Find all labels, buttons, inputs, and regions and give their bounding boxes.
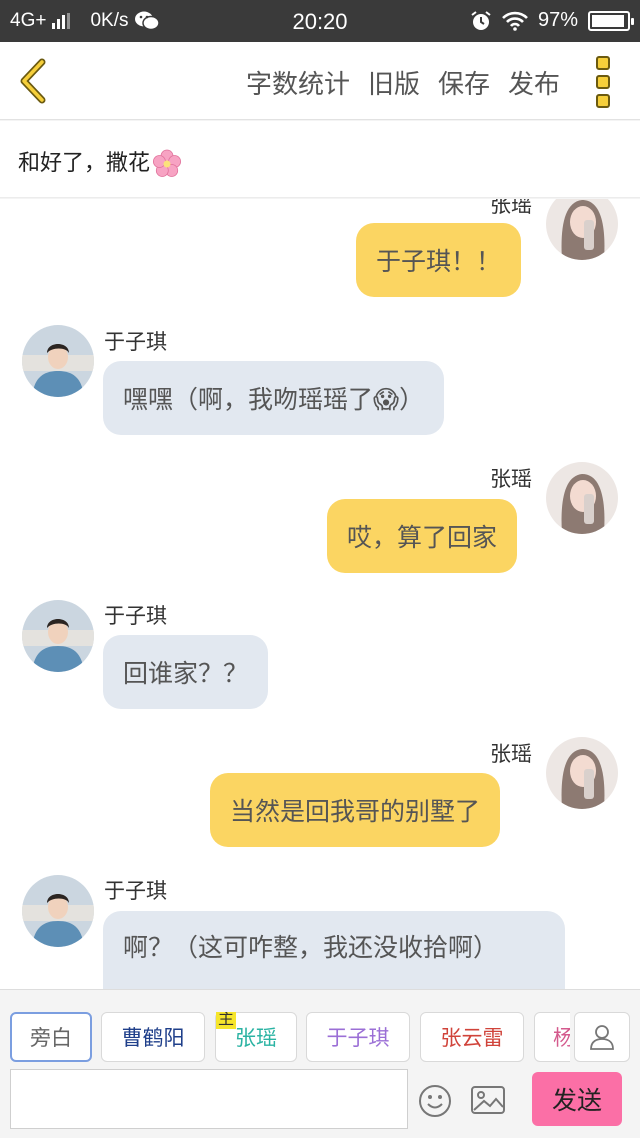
speaker-name: 于子琪 xyxy=(104,879,167,903)
speaker-name: 张瑶 xyxy=(490,467,532,491)
role-zhangyao[interactable]: 主张瑶 xyxy=(215,1012,297,1062)
role-caoheyang[interactable]: 曹鹤阳 xyxy=(101,1012,205,1062)
smiley-icon xyxy=(419,1085,451,1117)
role-label: 旁白 xyxy=(30,1026,72,1050)
message-bubble: 嘿嘿（啊，我吻瑶瑶了😱） xyxy=(103,361,445,435)
message-bubble: 哎，算了回家 xyxy=(327,499,518,573)
role-label: 张瑶 xyxy=(235,1026,277,1050)
old-version-button[interactable]: 旧版 xyxy=(368,64,420,101)
speaker-name: 张瑶 xyxy=(490,199,532,217)
role-label: 杨 xyxy=(553,1026,570,1050)
more-dot-icon xyxy=(596,94,610,108)
avatar-yuziqi[interactable] xyxy=(22,325,94,397)
role-label: 于子琪 xyxy=(326,1026,390,1050)
more-menu-button[interactable] xyxy=(596,56,614,108)
add-role-button[interactable] xyxy=(574,1012,630,1062)
avatar-zhangyao[interactable] xyxy=(546,199,618,260)
speaker-name: 张瑶 xyxy=(490,742,532,766)
avatar-zhangyao[interactable] xyxy=(546,737,618,809)
role-yang[interactable]: 杨 xyxy=(534,1012,570,1062)
message-bubble: 于子琪！！ xyxy=(356,223,522,297)
role-label: 曹鹤阳 xyxy=(121,1026,185,1050)
story-title-text: 和好了，撒花 xyxy=(18,151,151,176)
role-zhangyunlei[interactable]: 张云雷 xyxy=(420,1012,524,1062)
host-tag: 主 xyxy=(216,1012,237,1029)
editor-toolbar: 字数统计 旧版 保存 发布 xyxy=(0,42,640,120)
cherry-blossom-icon xyxy=(153,149,182,177)
story-title: 和好了，撒花 xyxy=(18,145,182,179)
more-dot-icon xyxy=(596,75,610,89)
story-title-bar[interactable]: 和好了，撒花 xyxy=(0,121,640,198)
alarm-icon xyxy=(471,10,491,30)
avatar-yuziqi[interactable] xyxy=(22,600,94,672)
speaker-name: 于子琪 xyxy=(104,604,167,628)
emoji-button[interactable] xyxy=(418,1084,452,1118)
role-yuziqi[interactable]: 于子琪 xyxy=(306,1012,410,1062)
more-dot-icon xyxy=(596,56,610,70)
role-selector: 旁白 曹鹤阳 主张瑶 于子琪 张云雷 杨 xyxy=(10,1012,570,1064)
user-icon xyxy=(590,1025,614,1050)
save-button[interactable]: 保存 xyxy=(438,64,490,101)
image-icon xyxy=(471,1086,505,1114)
publish-button[interactable]: 发布 xyxy=(508,64,560,101)
speaker-name: 于子琪 xyxy=(104,330,167,354)
word-count-button[interactable]: 字数统计 xyxy=(246,64,350,101)
chevron-left-icon xyxy=(20,58,46,104)
message-bubble: 当然是回我哥的别墅了 xyxy=(210,773,501,847)
avatar-yuziqi[interactable] xyxy=(22,875,94,947)
status-right: 97% xyxy=(470,9,634,32)
wifi-icon xyxy=(502,11,528,31)
message-bubble: 回谁家？？ xyxy=(103,635,269,709)
role-label: 张云雷 xyxy=(440,1026,504,1050)
chat-area[interactable]: 张瑶 于子琪！！ 于子琪 嘿嘿（啊，我吻瑶瑶了😱） 张瑶 哎，算了回家 于子琪 … xyxy=(0,199,640,989)
battery-icon xyxy=(588,10,634,31)
status-bar: 4G+ 0K/s 20:20 97% xyxy=(0,0,640,42)
send-button[interactable]: 发送 xyxy=(532,1072,622,1126)
role-narrator[interactable]: 旁白 xyxy=(10,1012,92,1062)
back-button[interactable] xyxy=(14,58,54,104)
image-button[interactable] xyxy=(470,1084,506,1116)
message-input[interactable] xyxy=(10,1069,408,1129)
message-bubble: 啊？（这可咋整，我还没收拾啊） xyxy=(103,911,565,989)
battery-percent: 97% xyxy=(537,9,578,31)
toolbar-actions: 字数统计 旧版 保存 发布 xyxy=(246,64,560,101)
composer-bar: 旁白 曹鹤阳 主张瑶 于子琪 张云雷 杨 发送 xyxy=(0,989,640,1138)
avatar-zhangyao[interactable] xyxy=(546,462,618,534)
